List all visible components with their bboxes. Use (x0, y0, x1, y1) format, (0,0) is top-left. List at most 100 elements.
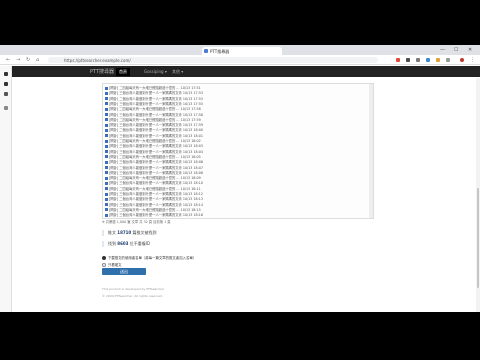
extension-icon[interactable] (396, 58, 400, 62)
row-checkbox[interactable] (105, 107, 108, 111)
row-checkbox[interactable] (105, 128, 108, 132)
result-row[interactable]: [問卦] 二四組每天有一大堆已經賠超過十億的 … 10/13 17:58 (105, 107, 201, 112)
results-scrollbar[interactable] (369, 84, 373, 218)
push-count-value: 18710 (117, 230, 132, 235)
reload-icon[interactable]: ↻ (26, 57, 30, 63)
radio-unchecked-icon[interactable] (102, 263, 106, 267)
row-title: [問卦] 二四組每天有一大堆已經賠超過十億的 … 10/13 17:51 (109, 86, 201, 90)
row-checkbox[interactable] (105, 176, 108, 180)
home-icon[interactable]: ⌂ (36, 57, 39, 63)
extension-icon[interactable] (436, 58, 440, 62)
row-title: [問卦] 三個台灣人能做到什麼一人一家媽媽的文青 10/13 17:59 (109, 123, 203, 128)
row-title: [問卦] 三個台灣人能做到什麼一人一家媽媽的文青 10/13 18:12 (109, 192, 203, 196)
result-row[interactable]: [問卦] 三個台灣人能做到什麼一人一家媽媽的文青 10/13 17:53 (105, 91, 203, 96)
results-summary: ※ 共篩選 1,000 筆 文章 共 32 頁 目前第 1 頁 (102, 220, 171, 224)
row-checkbox[interactable] (105, 213, 108, 217)
sidebar-icon[interactable] (4, 106, 8, 110)
result-row[interactable]: [問卦] 二個台灣人能做到什麼一人一家媽媽的文青 10/13 17:53 (105, 97, 203, 102)
page-scrollbar[interactable] (476, 78, 480, 312)
result-row[interactable]: [問卦] 三個台灣人能做到什麼一人一家媽媽的文青 10/13 18:04 (105, 150, 203, 155)
extension-icon[interactable] (426, 58, 430, 62)
result-row[interactable]: [問卦] 三個台灣人能做到什麼一人一家媽媽的文青 10/13 18:14 (105, 203, 203, 208)
row-title: [問卦] 二個台灣人能做到什麼一人一家媽媽的文青 10/13 18:13 (109, 197, 203, 202)
url-input[interactable]: https://pttsearcher.example.com/ (48, 57, 378, 63)
radio-download-list[interactable]: 下載推文的使用者名單（將每一篇文章的推文者加入名單） (102, 255, 196, 260)
row-checkbox[interactable] (105, 118, 108, 122)
result-row[interactable]: [問卦] 三個台灣人能做到什麼一人一家媽媽的文青 10/13 18:01 (105, 134, 203, 139)
row-checkbox[interactable] (105, 123, 108, 127)
result-row[interactable]: [問卦] 三個台灣人能做到什麼一人一家媽媽的文青 10/13 18:10 (105, 181, 203, 186)
radio-label: 下載推文的使用者名單（將每一篇文章的推文者加入名單） (108, 256, 197, 260)
scrollbar-thumb[interactable] (477, 188, 479, 288)
row-checkbox[interactable] (105, 197, 108, 201)
row-checkbox[interactable] (105, 113, 108, 116)
menu-icon[interactable]: ⋮ (470, 57, 475, 63)
forward-icon[interactable]: → (16, 57, 20, 63)
row-checkbox[interactable] (105, 203, 108, 207)
radio-boo-only[interactable]: 只看噓文 (102, 262, 122, 267)
row-title: [問卦] 二四組每天有一大堆已經賠超過十億的 … 10/13 17:58 (109, 107, 201, 112)
footer-credit: This product is developed by PTTsearcher (102, 287, 165, 291)
row-checkbox[interactable] (105, 139, 108, 143)
close-window-button[interactable]: ✕ (468, 47, 472, 53)
site-brand[interactable]: PTT搜尋器 (90, 68, 114, 75)
result-row[interactable]: [問卦] 三個台灣人能做到什麼一人一家媽媽的文青 10/13 18:03 (105, 144, 203, 149)
back-icon[interactable]: ← (6, 57, 10, 63)
row-title: [問卦] 二四組每天有一大堆已經賠超過十億的 … 10/13 18:02 (109, 139, 201, 143)
footer-copyright: © 2020 PTTsearcher, All rights reserved. (102, 294, 163, 298)
extension-icon[interactable] (446, 58, 450, 62)
row-title: [問卦] 二四組每天有一大堆已經賠超過十億的 … 10/13 18:05 (109, 154, 201, 159)
radio-checked-icon[interactable] (102, 256, 106, 260)
result-row[interactable]: [問卦] 二個台灣人能做到什麼一人一家媽媽的文青 10/13 18:07 (105, 166, 203, 171)
nav-board-dropdown[interactable]: Gossiping ▾ (144, 69, 167, 74)
row-title: [問卦] 二個台灣人能做到什麼一人一家媽媽的文青 10/13 18:00 (109, 128, 203, 133)
row-title: [問卦] 三個台灣人能做到什麼一人一家媽媽的文青 10/13 18:14 (109, 202, 203, 207)
result-row[interactable]: [問卦] 三個台灣人能做到什麼一人一家媽媽的文青 10/13 18:06 (105, 160, 203, 165)
row-checkbox[interactable] (105, 86, 108, 90)
row-title: [問卦] 三個台灣人能做到什麼一人一家媽媽的文青 10/13 18:04 (109, 149, 203, 154)
profile-avatar[interactable] (460, 58, 464, 62)
unique-id-value: 8603 (117, 241, 129, 246)
minimize-button[interactable]: — (440, 47, 445, 53)
row-checkbox[interactable] (105, 150, 108, 154)
row-title: [問卦] 二四組每天有一大堆已經賠超過十億的 … 10/13 18:11 (109, 186, 201, 191)
row-checkbox[interactable] (105, 160, 108, 164)
result-row[interactable]: [問卦] 二四組每天有一大堆已經賠超過十億的 … 10/13 18:11 (105, 187, 201, 192)
result-row[interactable]: [問卦] 二個台灣人能做到什麼一人一家媽媽的文青 10/13 18:13 (105, 197, 203, 202)
result-row[interactable]: [問卦] 二個台灣人能做到什麼一人一家媽媽的文青 10/13 18:00 (105, 128, 203, 133)
sidebar-icon[interactable] (4, 92, 8, 96)
submit-button[interactable]: 送出 (102, 268, 146, 275)
result-row[interactable]: [問卦] 三個台灣人能做到什麼一人一家媽媽的文青 10/13 17:58 (105, 113, 203, 118)
url-text: https://pttsearcher.example.com/ (64, 58, 131, 63)
row-title: [問卦] 三個台灣人能做到什麼一人一家媽媽的文青 10/13 18:08 (109, 170, 203, 175)
sidebar-icon[interactable] (4, 72, 8, 76)
left-sidebar (0, 66, 12, 312)
nav-other-dropdown[interactable]: 其他 ▾ (172, 69, 183, 75)
tab-title: PTT搜尋器 (210, 49, 230, 54)
extension-icon[interactable] (406, 58, 410, 62)
nav-home[interactable]: 首頁 (116, 68, 130, 76)
extension-icon[interactable] (416, 58, 420, 62)
row-checkbox[interactable] (105, 91, 108, 95)
sidebar-icon[interactable] (4, 82, 8, 86)
row-checkbox[interactable] (105, 97, 108, 101)
radio-label: 只看噓文 (108, 263, 122, 267)
row-checkbox[interactable] (105, 144, 108, 148)
row-checkbox[interactable] (105, 181, 108, 185)
result-row[interactable]: [問卦] 三個台灣人能做到什麼一人一家媽媽的文青 10/13 18:16 (105, 213, 203, 218)
row-checkbox[interactable] (105, 155, 108, 159)
row-checkbox[interactable] (105, 208, 108, 212)
browser-tab[interactable]: PTT搜尋器 (202, 47, 282, 55)
row-checkbox[interactable] (105, 166, 108, 169)
push-count-line: 推文 18710 篇推文被找到 (102, 230, 282, 236)
row-checkbox[interactable] (105, 134, 108, 138)
row-title: [問卦] 三個台灣人能做到什麼一人一家媽媽的文青 10/13 18:03 (109, 144, 203, 149)
maximize-button[interactable]: ☐ (454, 47, 458, 53)
results-list[interactable]: [問卦] 二四組每天有一大堆已經賠超過十億的 … 10/13 17:51 [問卦]… (102, 83, 374, 219)
row-checkbox[interactable] (105, 171, 108, 175)
push-count-prefix: 推文 (108, 230, 118, 235)
unique-id-line: 找到 8603 位不重複ID (102, 241, 282, 247)
row-checkbox[interactable] (105, 192, 108, 196)
row-checkbox[interactable] (105, 102, 108, 106)
row-checkbox[interactable] (105, 187, 108, 191)
